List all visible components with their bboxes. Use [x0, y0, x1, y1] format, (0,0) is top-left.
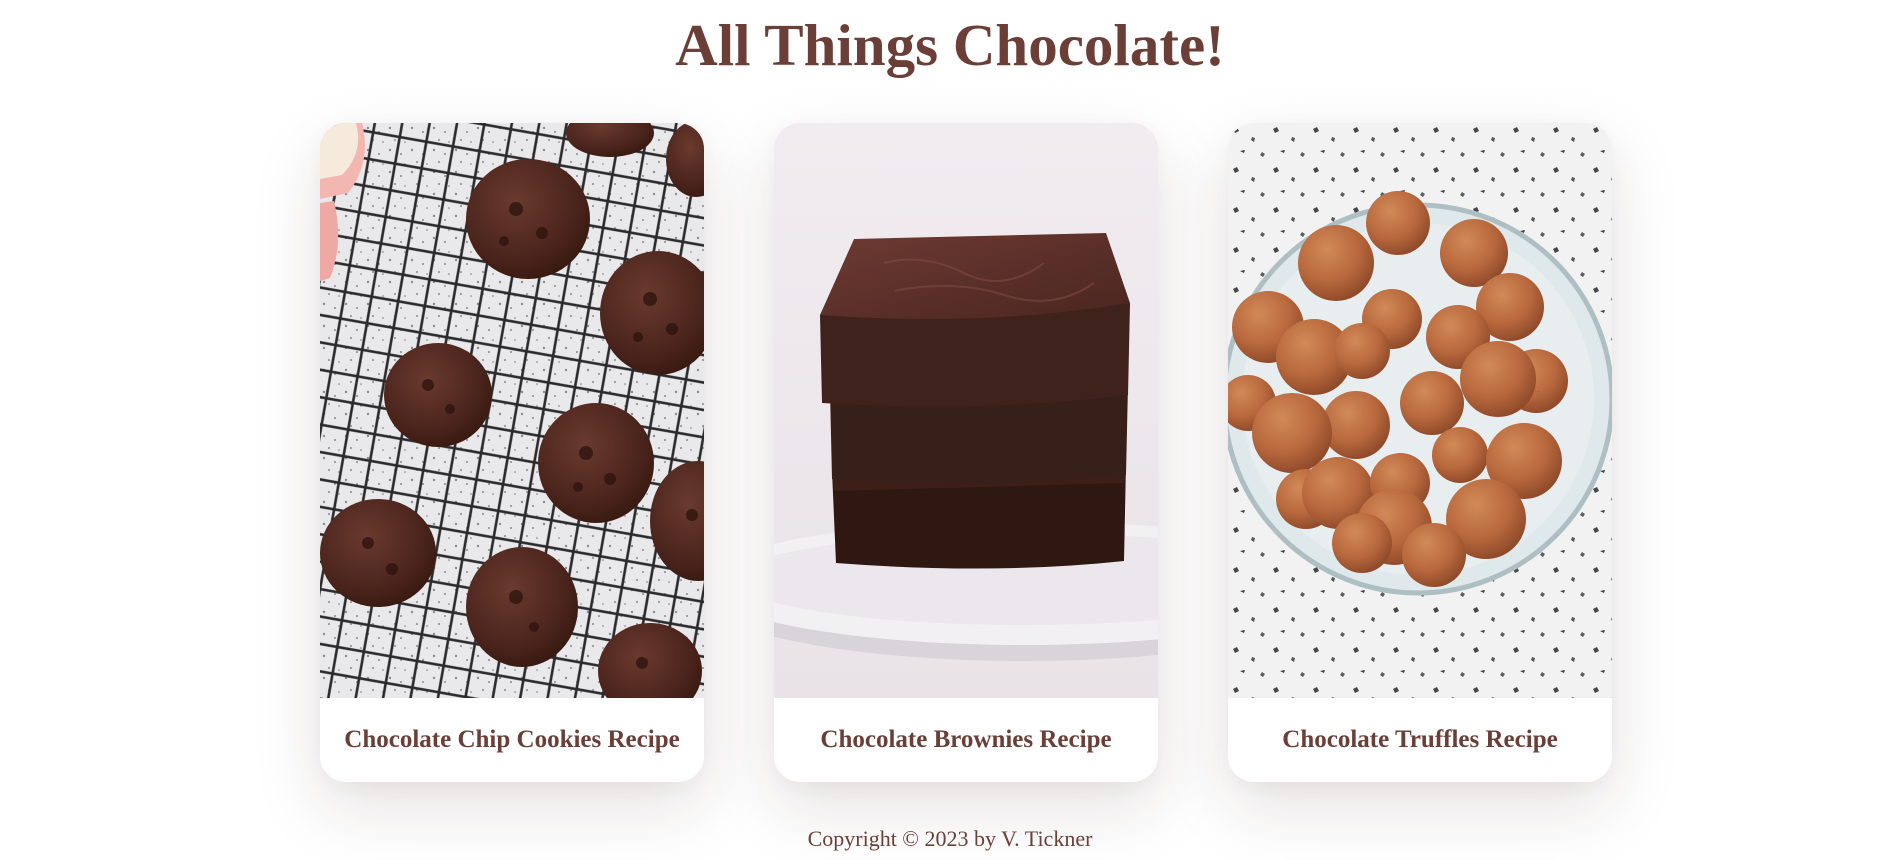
truffles-image [1228, 123, 1612, 698]
page-title: All Things Chocolate! [675, 12, 1225, 78]
card-caption[interactable]: Chocolate Brownies Recipe [774, 698, 1158, 782]
cookies-image [320, 123, 704, 698]
card-caption[interactable]: Chocolate Truffles Recipe [1228, 698, 1612, 782]
recipe-card-truffles[interactable]: Chocolate Truffles Recipe [1228, 123, 1612, 782]
recipe-card-grid: Chocolate Chip Cookies Recipe Chocolate … [320, 123, 1612, 782]
brownies-image [774, 123, 1158, 698]
recipe-card-cookies[interactable]: Chocolate Chip Cookies Recipe [320, 123, 704, 782]
recipe-card-brownies[interactable]: Chocolate Brownies Recipe [774, 123, 1158, 782]
footer-copyright: Copyright © 2023 by V. Tickner [807, 826, 1093, 851]
card-caption[interactable]: Chocolate Chip Cookies Recipe [320, 698, 704, 782]
